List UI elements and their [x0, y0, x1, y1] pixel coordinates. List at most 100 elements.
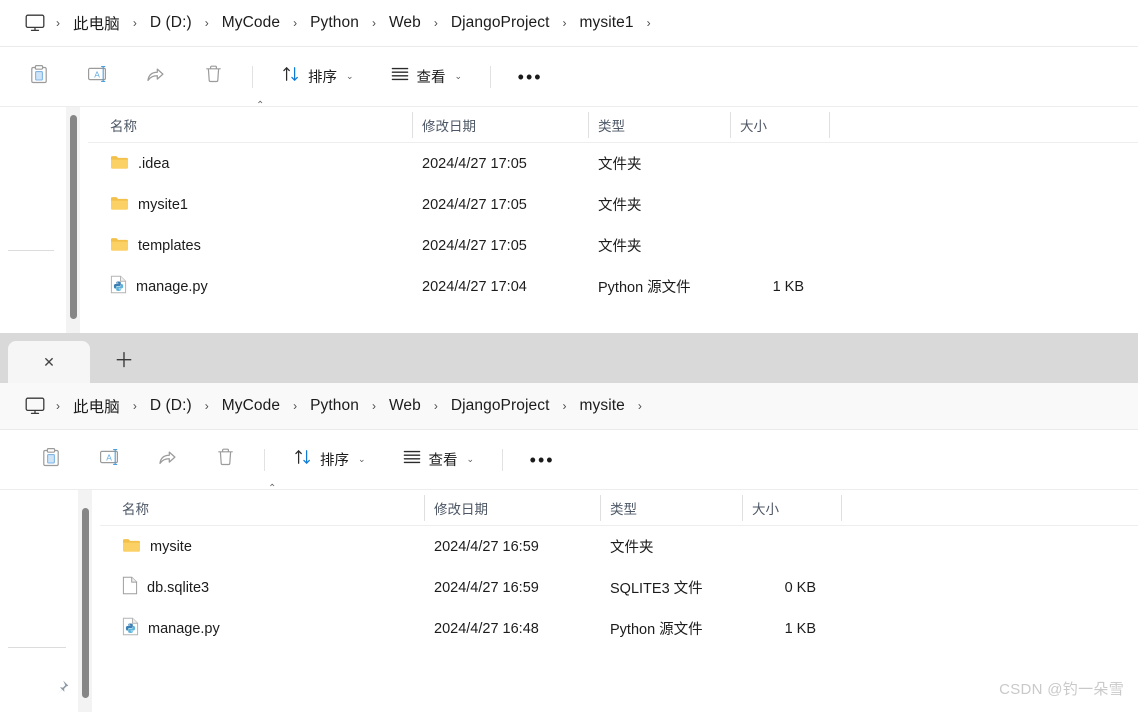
scrollbar-thumb[interactable] — [82, 508, 89, 698]
share-button[interactable] — [146, 442, 188, 478]
file-modified-cell: 2024/4/27 17:05 — [422, 196, 527, 213]
breadcrumb-separator: › — [56, 16, 60, 30]
file-list-area-bottom: ⌃ 名称 修改日期 类型 大小 mysite 2024/4/27 16:59 文… — [0, 483, 1138, 712]
paste-button[interactable] — [18, 59, 60, 95]
navigation-pane-bottom[interactable] — [0, 490, 79, 712]
tab-active[interactable]: ✕ — [8, 341, 90, 383]
breadcrumb-separator: › — [371, 399, 376, 413]
file-name-cell[interactable]: mysite1 — [88, 195, 412, 215]
svg-text:A: A — [94, 69, 100, 79]
table-row[interactable]: mysite 2024/4/27 16:59 文件夹 — [100, 526, 1138, 567]
address-bar-bottom[interactable]: › 此电脑 › D (D:) › MyCode › Python › Web ›… — [0, 383, 1138, 430]
rename-button[interactable]: A — [88, 442, 130, 478]
vertical-scrollbar-bottom[interactable] — [78, 490, 92, 712]
table-row[interactable]: manage.py 2024/4/27 16:48 Python 源文件 1 K… — [100, 608, 1138, 649]
breadcrumb-item-this-pc[interactable]: 此电脑 — [64, 392, 129, 420]
column-header-row-top: ⌃ 名称 修改日期 类型 大小 — [88, 100, 1138, 143]
column-header-type[interactable]: 类型 — [588, 111, 730, 139]
column-header-modified[interactable]: 修改日期 — [424, 494, 600, 522]
python-file-icon — [110, 275, 127, 298]
view-button[interactable]: 查看 ⌄ — [392, 442, 485, 478]
column-header-name[interactable]: ⌃ 名称 — [88, 100, 412, 139]
folder-icon — [110, 154, 129, 174]
breadcrumb-item-mycode[interactable]: MyCode — [213, 11, 289, 35]
breadcrumb-item-mysite1[interactable]: mysite1 — [571, 11, 643, 35]
column-header-modified[interactable]: 修改日期 — [412, 111, 588, 139]
file-name-cell[interactable]: templates — [88, 236, 412, 256]
delete-button[interactable] — [204, 442, 246, 478]
sort-ascending-caret-icon: ⌃ — [268, 482, 277, 494]
breadcrumb-item-web[interactable]: Web — [380, 394, 430, 418]
table-row[interactable]: manage.py 2024/4/27 17:04 Python 源文件 1 K… — [88, 266, 1138, 307]
view-icon — [402, 448, 422, 471]
rename-button[interactable]: A — [76, 59, 118, 95]
breadcrumb-item-python[interactable]: Python — [301, 394, 368, 418]
breadcrumb-separator: › — [132, 16, 137, 30]
file-type-cell: 文件夹 — [598, 157, 642, 173]
table-row[interactable]: templates 2024/4/27 17:05 文件夹 — [88, 225, 1138, 266]
navigation-pane-top[interactable] — [0, 107, 67, 333]
breadcrumb-item-drive-d[interactable]: D (D:) — [141, 394, 201, 418]
file-type-cell: Python 源文件 — [598, 280, 691, 296]
more-options-button[interactable]: ••• — [509, 59, 551, 95]
view-button[interactable]: 查看 ⌄ — [380, 59, 473, 95]
file-name-cell[interactable]: db.sqlite3 — [100, 576, 424, 599]
sort-icon — [281, 64, 301, 89]
column-header-name[interactable]: ⌃ 名称 — [100, 483, 424, 522]
scrollbar-thumb[interactable] — [70, 115, 77, 319]
breadcrumb-item-djangoproject[interactable]: DjangoProject — [442, 394, 559, 418]
column-header-type[interactable]: 类型 — [600, 494, 742, 522]
file-name-cell[interactable]: .idea — [88, 154, 412, 174]
close-icon[interactable]: ✕ — [38, 351, 60, 373]
sort-label: 排序 — [320, 453, 349, 469]
view-icon — [390, 65, 410, 88]
file-modified-cell: 2024/4/27 17:05 — [422, 237, 527, 254]
ellipsis-icon: ••• — [529, 449, 555, 470]
breadcrumb-item-mysite[interactable]: mysite — [571, 394, 634, 418]
trash-icon — [204, 64, 223, 89]
monitor-icon[interactable] — [22, 11, 48, 35]
column-header-size[interactable]: 大小 — [742, 494, 842, 522]
address-bar-top[interactable]: › 此电脑 › D (D:) › MyCode › Python › Web ›… — [0, 0, 1138, 47]
pin-icon[interactable] — [51, 678, 71, 698]
file-size-cell: 1 KB — [772, 278, 804, 295]
more-options-button[interactable]: ••• — [521, 442, 563, 478]
sort-button[interactable]: 排序 ⌄ — [283, 442, 376, 478]
view-label: 查看 — [416, 70, 446, 86]
file-type-cell: Python 源文件 — [610, 622, 703, 638]
breadcrumb-item-this-pc[interactable]: 此电脑 — [64, 9, 129, 37]
breadcrumb-separator[interactable]: › — [643, 16, 655, 30]
file-name-label: manage.py — [148, 620, 220, 637]
share-button[interactable] — [134, 59, 176, 95]
file-name-cell[interactable]: mysite — [100, 537, 424, 557]
table-row[interactable]: mysite1 2024/4/27 17:05 文件夹 — [88, 184, 1138, 225]
vertical-scrollbar-top[interactable] — [66, 107, 80, 333]
breadcrumb-item-mycode[interactable]: MyCode — [213, 394, 289, 418]
delete-button[interactable] — [192, 59, 234, 95]
chevron-down-icon: ⌄ — [358, 454, 366, 464]
breadcrumb-item-djangoproject[interactable]: DjangoProject — [442, 11, 559, 35]
monitor-icon[interactable] — [22, 394, 48, 418]
toolbar-divider — [252, 65, 253, 88]
explorer-window-bottom: ✕ ＋ › 此电脑 › D (D:) › MyCode › Python › W… — [0, 333, 1138, 713]
sort-button[interactable]: 排序 ⌄ — [271, 59, 364, 95]
file-name-label: manage.py — [136, 278, 208, 295]
sort-label: 排序 — [308, 70, 337, 86]
table-row[interactable]: db.sqlite3 2024/4/27 16:59 SQLITE3 文件 0 … — [100, 567, 1138, 608]
breadcrumb-separator[interactable]: › — [634, 399, 646, 413]
column-header-size[interactable]: 大小 — [730, 111, 830, 139]
breadcrumb-item-drive-d[interactable]: D (D:) — [141, 11, 201, 35]
share-icon — [157, 447, 178, 472]
file-name-cell[interactable]: manage.py — [88, 275, 412, 298]
table-row[interactable]: .idea 2024/4/27 17:05 文件夹 — [88, 143, 1138, 184]
new-tab-button[interactable]: ＋ — [106, 343, 142, 379]
share-icon — [145, 64, 166, 89]
breadcrumb-separator: › — [371, 16, 376, 30]
paste-button[interactable] — [30, 442, 72, 478]
breadcrumb-item-python[interactable]: Python — [301, 11, 368, 35]
toolbar-divider — [502, 448, 504, 471]
paste-icon — [41, 447, 61, 473]
file-name-cell[interactable]: manage.py — [100, 617, 424, 640]
breadcrumb-separator: › — [562, 399, 567, 413]
breadcrumb-item-web[interactable]: Web — [380, 11, 430, 35]
